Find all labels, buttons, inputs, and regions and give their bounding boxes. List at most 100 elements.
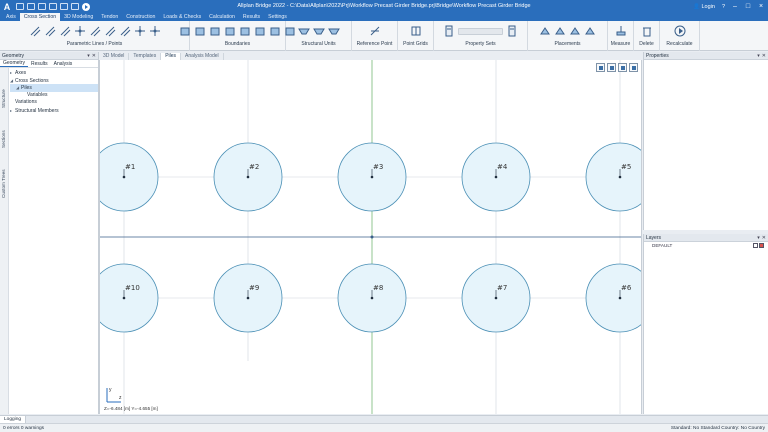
reference-point-icon[interactable] xyxy=(369,25,381,37)
ribbon-group-label: Point Grids xyxy=(403,41,428,47)
point-icon[interactable] xyxy=(74,25,86,37)
close-panel-icon[interactable]: ✕ xyxy=(762,53,766,59)
panel-tab[interactable]: Analysis xyxy=(51,61,76,67)
tree-item[interactable]: ▸ Structural Members xyxy=(10,107,98,115)
unit-icon[interactable] xyxy=(312,25,325,37)
boundary-icon[interactable] xyxy=(224,25,236,37)
boundary-icon[interactable] xyxy=(254,25,266,37)
menu-tab[interactable]: Tendon xyxy=(97,13,122,21)
pile-circle xyxy=(100,142,159,212)
point-icon[interactable] xyxy=(134,25,146,37)
ribbon-icons xyxy=(410,21,422,41)
vertical-tab[interactable]: Structure xyxy=(1,89,6,108)
list-icon[interactable] xyxy=(618,63,627,72)
save-icon[interactable] xyxy=(60,2,68,10)
menu-tab[interactable]: 3D Modeling xyxy=(60,13,97,21)
grid-icon[interactable] xyxy=(410,25,422,37)
help-button[interactable]: ? xyxy=(722,4,725,10)
geometry-panel: Geometry ▾ ✕ Geometry Results Analysis Stru… xyxy=(0,52,99,414)
vertical-tab[interactable]: Custom Trees xyxy=(1,169,6,198)
view-tab[interactable]: Templates xyxy=(129,53,162,60)
status-errors: 0 errors 0 warnings xyxy=(3,425,45,431)
ribbon-group-label: Reference Point xyxy=(356,41,393,47)
view-tab[interactable]: Piles xyxy=(161,53,182,60)
ribbon-group-label: Placements xyxy=(554,41,581,47)
pin-icon[interactable]: ▾ xyxy=(87,53,90,59)
property-set-dropdown[interactable] xyxy=(458,27,503,35)
window-title: Allplan Bridge 2022 - C:\Data\Allplan\20… xyxy=(237,3,531,9)
fullscreen-icon[interactable] xyxy=(629,63,638,72)
placement-icon[interactable] xyxy=(554,25,566,37)
layer-color-swatch[interactable] xyxy=(759,243,764,248)
recalculate-icon[interactable] xyxy=(674,25,686,37)
undo-icon[interactable] xyxy=(16,2,24,10)
unit-icon[interactable] xyxy=(327,25,340,37)
placement-icon[interactable] xyxy=(569,25,581,37)
tree-item[interactable]: Variations xyxy=(10,99,98,107)
open-icon[interactable] xyxy=(49,2,57,10)
tree-item[interactable]: Variables xyxy=(10,92,98,100)
close-icon[interactable]: × xyxy=(758,3,764,10)
coordinate-readout: Z=-6.484 [m] Y=-4.655 [m] xyxy=(104,406,158,411)
view-tab[interactable]: Analysis Model xyxy=(181,53,224,60)
ribbon-icons xyxy=(179,21,296,41)
pile-label: #3 xyxy=(373,163,384,171)
pile-label: #9 xyxy=(249,284,260,292)
status-bar: 0 errors 0 warnings Standard: No Standar… xyxy=(0,423,768,432)
pin-icon[interactable]: ▾ xyxy=(757,235,760,241)
line-icon[interactable] xyxy=(89,25,101,37)
drawing-canvas[interactable]: y z Z=-6.484 [m] Y=-4.655 [m] #1 #2 #3 #4 #5… xyxy=(99,60,642,414)
redo-icon[interactable] xyxy=(27,2,35,10)
menu-tab[interactable]: Calculation xyxy=(205,13,239,21)
delete-icon[interactable] xyxy=(641,25,653,37)
tree-item[interactable]: ◢ Cross Sections xyxy=(10,77,98,85)
property-icon[interactable] xyxy=(443,25,455,37)
boundary-icon[interactable] xyxy=(239,25,251,37)
line-icon[interactable] xyxy=(29,25,41,37)
panel-tab[interactable]: Results xyxy=(28,61,51,67)
menu-tab[interactable]: Axis xyxy=(2,13,20,21)
menu-tab[interactable]: Loads & Checks xyxy=(159,13,205,21)
boundary-icon[interactable] xyxy=(209,25,221,37)
boundary-icon[interactable] xyxy=(269,25,281,37)
geometry-tree: ▸ Axes ◢ Cross Sections ◢ Piles Variables Varia… xyxy=(10,69,98,114)
boundary-icon[interactable] xyxy=(179,25,191,37)
menu-tab[interactable]: Cross Section xyxy=(19,13,61,21)
filter-icon[interactable] xyxy=(607,63,616,72)
layer-visible-toggle[interactable] xyxy=(753,243,758,248)
login-button[interactable]: 👤 Login xyxy=(693,4,715,10)
view-tab[interactable]: 3D Model xyxy=(99,53,130,60)
property-icon[interactable] xyxy=(506,25,518,37)
line-icon[interactable] xyxy=(44,25,56,37)
close-panel-icon[interactable]: ✕ xyxy=(762,235,766,241)
point-icon[interactable] xyxy=(149,25,161,37)
pin-icon[interactable]: ▾ xyxy=(757,53,760,59)
panel-tab[interactable]: Geometry xyxy=(0,60,28,67)
vertical-tab[interactable]: Sections xyxy=(1,130,6,148)
layer-row[interactable]: DEFAULT xyxy=(644,242,768,249)
line-icon[interactable] xyxy=(104,25,116,37)
placement-icon[interactable] xyxy=(539,25,551,37)
menu-tab[interactable]: Results xyxy=(239,13,264,21)
play-icon[interactable] xyxy=(82,2,90,11)
boundary-icon[interactable] xyxy=(194,25,206,37)
line-icon[interactable] xyxy=(59,25,71,37)
picture-icon[interactable] xyxy=(596,63,605,72)
new-icon[interactable] xyxy=(38,2,46,10)
tree-item[interactable]: ▸ Axes xyxy=(10,69,98,77)
menu-tab[interactable]: Settings xyxy=(264,13,291,21)
logging-tab[interactable]: Logging xyxy=(0,416,27,423)
maximize-icon[interactable]: □ xyxy=(745,3,751,10)
line-icon[interactable] xyxy=(119,25,131,37)
measure-icon[interactable] xyxy=(615,25,627,37)
tree-item-label: Variations xyxy=(15,99,37,105)
ribbon-icons xyxy=(674,21,686,41)
unit-icon[interactable] xyxy=(297,25,310,37)
log-tab-bar: Logging xyxy=(0,415,768,423)
menu-tab[interactable]: Construction xyxy=(122,13,159,21)
tree-item[interactable]: ◢ Piles xyxy=(10,84,98,92)
close-panel-icon[interactable]: ✕ xyxy=(92,53,96,59)
print-icon[interactable] xyxy=(71,2,79,10)
placement-icon[interactable] xyxy=(584,25,596,37)
minimize-icon[interactable]: – xyxy=(732,3,738,10)
